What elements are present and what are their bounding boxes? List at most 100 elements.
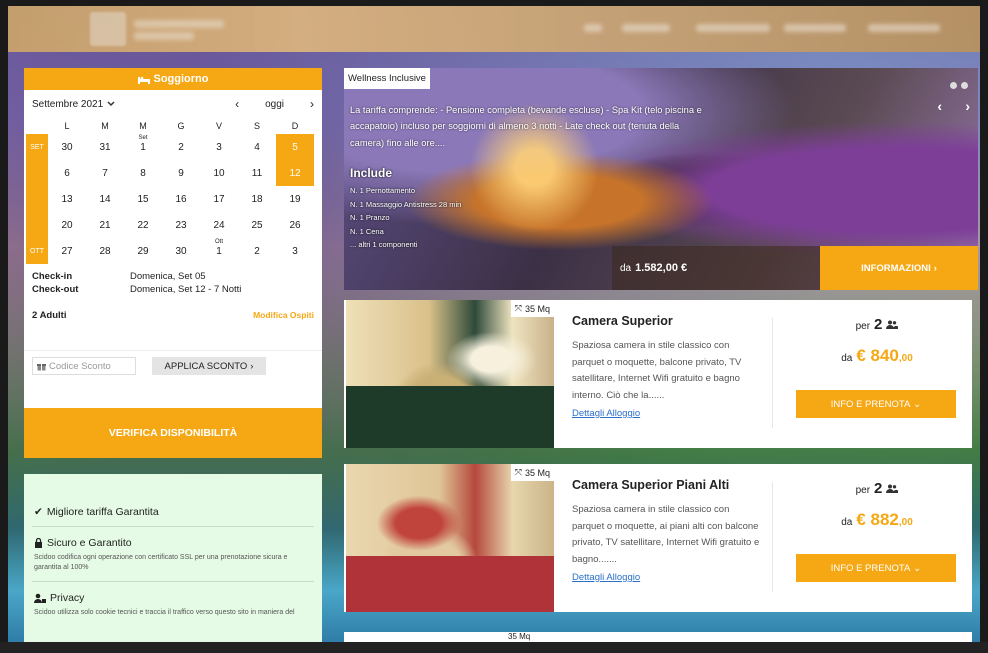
promo-code-input[interactable]: Codice Sconto — [32, 357, 136, 375]
carousel-dot[interactable] — [961, 82, 968, 89]
calendar-day[interactable]: 8 — [124, 160, 162, 186]
info-book-button[interactable]: INFO E PRENOTA ⌄ — [796, 554, 956, 582]
calendar-day[interactable]: 14 — [86, 186, 124, 212]
info-book-button[interactable]: INFO E PRENOTA ⌄ — [796, 390, 956, 418]
trust-title: Migliore tariffa Garantita — [46, 506, 159, 518]
price-decimal: ,00 — [898, 517, 913, 528]
verify-availability-button[interactable]: VERIFICA DISPONIBILITÀ — [24, 408, 322, 458]
info-button-label: INFORMAZIONI — [861, 262, 931, 274]
nav-item-blurred[interactable] — [868, 24, 940, 32]
calendar-day[interactable]: 31 — [86, 134, 124, 160]
calendar-day[interactable]: 2 — [162, 134, 200, 160]
calendar-day[interactable]: 3 — [276, 238, 314, 264]
calendar-day[interactable]: 30 — [48, 134, 86, 160]
calendar-day[interactable]: 3 — [200, 134, 238, 160]
calendar-day[interactable]: 21 — [86, 212, 124, 238]
calendar-day[interactable]: 27 — [48, 238, 86, 264]
calendar-day[interactable]: 18 — [238, 186, 276, 212]
calendar-day[interactable]: 9 — [162, 160, 200, 186]
calendar-day[interactable]: 13 — [48, 186, 86, 212]
weekday-label: V — [215, 121, 222, 131]
hotel-logo[interactable] — [90, 12, 126, 46]
calendar-day[interactable]: 30 — [162, 238, 200, 264]
nav-item-blurred[interactable] — [696, 24, 770, 32]
trust-item: ✔ Migliore tariffa Garantita — [32, 474, 314, 527]
trust-box: ✔ Migliore tariffa Garantita Sicuro e Ga… — [24, 474, 322, 642]
apply-discount-button[interactable]: APPLICA SCONTO › — [152, 357, 266, 375]
prev-month-icon[interactable]: ‹ — [235, 97, 239, 111]
trust-item: Sicuro e Garantito Scidoo codifica ogni … — [32, 527, 314, 583]
calendar-day[interactable]: 5 — [276, 134, 314, 160]
calendar-day[interactable]: 6 — [48, 160, 86, 186]
room-photo[interactable]: ⤧ 35 Mq — [346, 300, 554, 448]
checkin-value: Domenica, Set 05 — [130, 271, 206, 282]
room-details-link[interactable]: Dettagli Alloggio — [572, 408, 640, 419]
room-size-badge: ⤧ 35 Mq — [510, 300, 554, 317]
calendar-day[interactable]: 17 — [200, 186, 238, 212]
month-strip — [26, 160, 48, 186]
carousel-next-icon[interactable]: › — [965, 98, 970, 114]
calendar-day[interactable]: 10 — [200, 160, 238, 186]
checkout-label: Check-out — [32, 284, 79, 295]
modify-guests-link[interactable]: Modifica Ospiti — [253, 310, 314, 336]
carousel-prev-icon[interactable]: ‹ — [937, 98, 942, 114]
room-photo[interactable]: ⤧ 35 Mq — [346, 464, 554, 612]
next-month-icon[interactable]: › — [310, 97, 314, 111]
calendar-day[interactable]: 2 — [238, 238, 276, 264]
room-size-badge: ⤧ 35 Mq — [510, 464, 554, 481]
calendar-day[interactable]: 20 — [48, 212, 86, 238]
nav-item-blurred[interactable] — [584, 24, 602, 32]
calendar-day[interactable]: 16 — [162, 186, 200, 212]
calendar-grid: SET 30 31 1 Set 2 3 4 5 6 7 8 9 10 11 12 13 14 15 16 17 18 19 2… — [24, 134, 322, 264]
booking-title: Soggiorno — [153, 73, 209, 85]
include-item: N. 1 Cena — [350, 226, 384, 236]
calendar-day[interactable]: 4 — [238, 134, 276, 160]
room-size: 35 Mq — [524, 467, 550, 478]
calendar-day[interactable]: 29 — [124, 238, 162, 264]
chevron-down-icon: ⌄ — [913, 562, 922, 574]
page-frame: Soggiorno Settembre 2021 ‹ oggi › L M M … — [8, 6, 980, 642]
from-label: da — [841, 353, 853, 364]
trust-item: Privacy Scidoo utilizza solo cookie tecn… — [32, 582, 314, 626]
carousel-dot[interactable] — [950, 82, 957, 89]
calendar-day[interactable]: 22 — [124, 212, 162, 238]
info-button[interactable]: INFORMAZIONI › — [820, 246, 978, 290]
weekday-header: L M M G V S D — [24, 118, 322, 134]
calendar-day[interactable]: 11 — [238, 160, 276, 186]
calendar-day[interactable]: 23 — [162, 212, 200, 238]
calendar-week: 20 21 22 23 24 25 26 — [24, 212, 322, 238]
expand-icon: ⤧ — [514, 467, 522, 477]
nav-item-blurred[interactable] — [622, 24, 670, 32]
info-book-label: INFO E PRENOTA — [830, 562, 911, 574]
room-title: Camera Superior — [572, 314, 673, 328]
calendar-day[interactable]: 15 — [124, 186, 162, 212]
calendar-day[interactable]: 24 — [200, 212, 238, 238]
weekday-label: M — [101, 121, 109, 131]
calendar-day[interactable]: 26 — [276, 212, 314, 238]
gift-icon — [37, 362, 46, 371]
room-details-link[interactable]: Dettagli Alloggio — [572, 572, 640, 583]
per-label: per — [855, 321, 871, 332]
weekday-label: S — [253, 121, 260, 131]
today-button[interactable]: oggi — [265, 99, 284, 110]
bed-icon — [137, 75, 150, 84]
calendar-day[interactable]: 25 — [238, 212, 276, 238]
calendar-week: 6 7 8 9 10 11 12 — [24, 160, 322, 186]
calendar-day[interactable]: 7 — [86, 160, 124, 186]
persons-count: 2 — [874, 480, 883, 497]
price-decimal: ,00 — [898, 353, 913, 364]
calendar-day[interactable]: 12 — [276, 160, 314, 186]
offer-price: da 1.582,00 € — [612, 246, 820, 290]
calendar-day[interactable]: 19 — [276, 186, 314, 212]
nav-item-blurred[interactable] — [784, 24, 846, 32]
month-strip — [26, 212, 48, 238]
month-select[interactable]: Settembre 2021 — [32, 99, 115, 110]
include-list: N. 1 Pernottamento N. 1 Massaggio Antist… — [350, 184, 461, 252]
trust-title: Sicuro e Garantito — [47, 537, 132, 549]
booking-panel: Soggiorno Settembre 2021 ‹ oggi › L M M … — [24, 68, 322, 458]
calendar-day[interactable]: 1 Ott — [200, 238, 238, 264]
calendar-day[interactable]: 28 — [86, 238, 124, 264]
price-value: 1.582,00 € — [635, 262, 688, 274]
calendar-day[interactable]: 1 Set — [124, 134, 162, 160]
promo-placeholder: Codice Sconto — [49, 360, 111, 372]
